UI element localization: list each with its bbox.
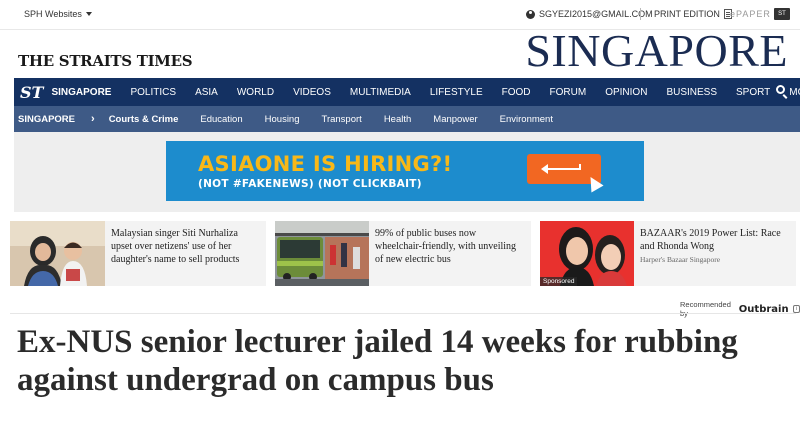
nav-more-label: MORE <box>789 86 800 98</box>
tile-source: Harper's Bazaar Singapore <box>640 255 721 264</box>
recommended-tile[interactable]: Sponsored BAZAAR's 2019 Power List: Race… <box>540 221 796 286</box>
subnav-item-environment[interactable]: Environment <box>500 114 553 125</box>
tile-thumbnail <box>275 221 369 286</box>
st-logo-icon[interactable]: ST <box>20 78 43 106</box>
recommended-tile[interactable]: Malaysian singer Siti Nurhaliza upset ov… <box>10 221 266 286</box>
nav-item-forum[interactable]: FORUM <box>550 87 587 98</box>
banner-headline: ASIAONE IS HIRING?! <box>198 152 453 176</box>
tile-headline: 99% of public buses now wheelchair-frien… <box>375 228 517 265</box>
article-title: Ex-NUS senior lecturer jailed 14 weeks f… <box>17 324 738 398</box>
divider <box>640 8 641 20</box>
sph-websites-dropdown[interactable]: SPH Websites <box>24 9 92 19</box>
divider <box>10 313 796 314</box>
sponsored-badge: Sponsored <box>540 277 578 286</box>
recommended-tiles: Malaysian singer Siti Nurhaliza upset ov… <box>10 221 796 287</box>
user-icon <box>526 9 535 19</box>
nav-item-singapore[interactable]: SINGAPORE <box>51 87 111 98</box>
sph-websites-label: SPH Websites <box>24 9 82 19</box>
nav-item-lifestyle[interactable]: LIFESTYLE <box>430 87 483 98</box>
nav-item-asia[interactable]: ASIA <box>195 87 218 98</box>
ad-banner[interactable]: ASIAONE IS HIRING?! (NOT #FAKENEWS) (NOT… <box>166 141 644 201</box>
nav-item-more[interactable]: MORE <box>789 87 800 98</box>
account-link[interactable]: SGYEZI2015@GMAIL.COM <box>526 9 653 19</box>
section-title: SINGAPORE <box>525 25 788 76</box>
subnav-item-health[interactable]: Health <box>384 114 411 125</box>
chevron-right-icon: › <box>91 113 95 125</box>
nav-item-world[interactable]: WORLD <box>237 87 274 98</box>
nav-item-videos[interactable]: VIDEOS <box>293 87 331 98</box>
subnav-item-courts-crime[interactable]: Courts & Crime <box>109 114 179 125</box>
search-icon <box>776 85 785 94</box>
nav-item-politics[interactable]: POLITICS <box>130 87 176 98</box>
tile-thumbnail: Sponsored <box>540 221 634 286</box>
tile-headline: BAZAAR's 2019 Power List: Race and Rhond… <box>640 228 781 252</box>
nav-item-opinion[interactable]: OPINION <box>605 87 647 98</box>
nav-item-business[interactable]: BUSINESS <box>666 87 717 98</box>
epaper-link[interactable]: ePAPER <box>730 9 771 19</box>
subnav-item-transport[interactable]: Transport <box>322 114 362 125</box>
recommended-tile[interactable]: 99% of public buses now wheelchair-frien… <box>275 221 531 286</box>
tile-headline: Malaysian singer Siti Nurhaliza upset ov… <box>111 228 240 265</box>
nav-item-food[interactable]: FOOD <box>502 87 531 98</box>
search-button[interactable] <box>776 85 790 99</box>
banner-subline: (NOT #FAKENEWS) (NOT CLICKBAIT) <box>198 178 422 190</box>
subnav-item-education[interactable]: Education <box>200 114 242 125</box>
tile-thumbnail <box>10 221 105 286</box>
subnav-section-label[interactable]: SINGAPORE <box>18 114 75 125</box>
print-edition-label: PRINT EDITION <box>654 9 720 19</box>
nav-item-sport[interactable]: SPORT <box>736 87 770 98</box>
chevron-down-icon <box>85 12 92 16</box>
site-logo[interactable]: THE STRAITS TIMES <box>18 52 193 70</box>
ad-slot: ASIAONE IS HIRING?! (NOT #FAKENEWS) (NOT… <box>14 132 800 212</box>
masthead: THE STRAITS TIMES SINGAPORE <box>0 26 800 78</box>
sub-nav: SINGAPORE › Courts & Crime Education Hou… <box>14 106 800 132</box>
epaper-icon[interactable]: ST <box>774 8 790 20</box>
recommended-by[interactable]: Recommended by Outbrain i <box>680 300 800 318</box>
main-nav: ST SINGAPORE POLITICS ASIA WORLD VIDEOS … <box>14 78 800 106</box>
info-icon: i <box>792 305 800 313</box>
subnav-item-housing[interactable]: Housing <box>265 114 300 125</box>
nav-item-multimedia[interactable]: MULTIMEDIA <box>350 87 411 98</box>
recommended-by-label: Recommended by <box>680 300 731 318</box>
subnav-item-manpower[interactable]: Manpower <box>433 114 477 125</box>
account-email: SGYEZI2015@GMAIL.COM <box>539 9 653 19</box>
print-edition-link[interactable]: PRINT EDITION <box>654 9 732 19</box>
